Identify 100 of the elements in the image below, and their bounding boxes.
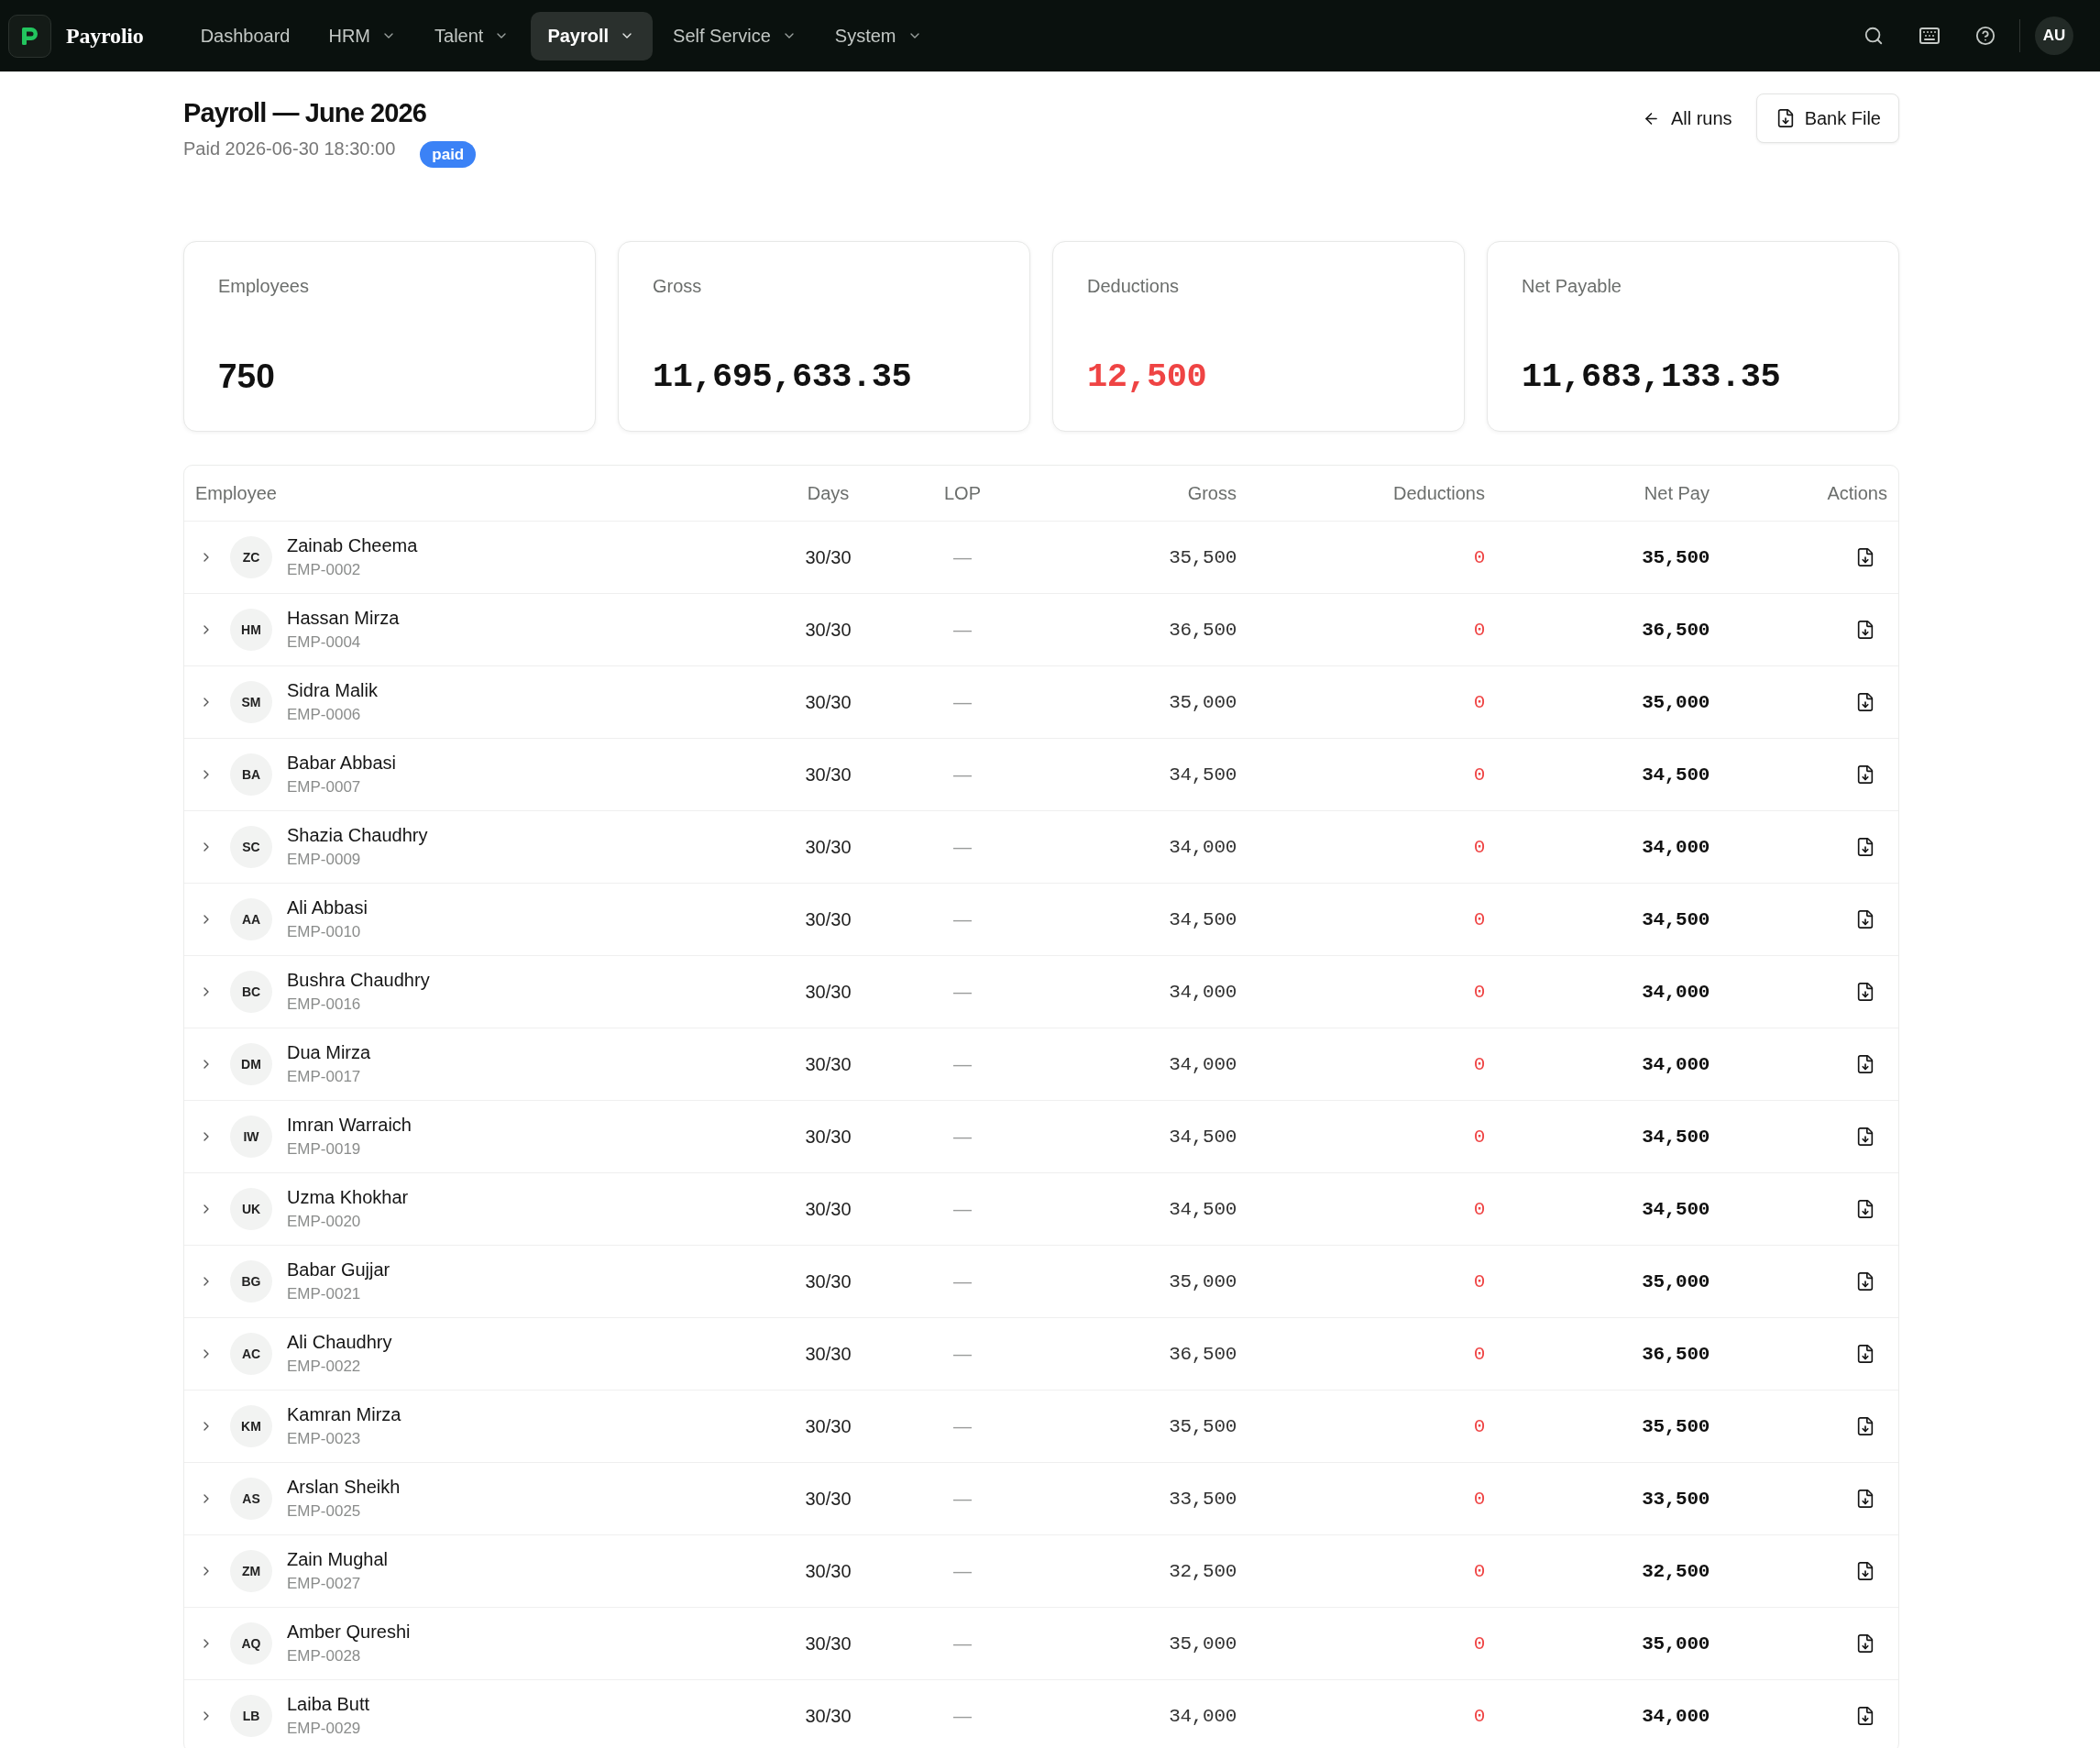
stat-value: 12,500 (1087, 357, 1207, 397)
file-download-icon (1855, 909, 1875, 929)
gross-cell: 36,500 (1169, 619, 1237, 641)
employee-id: EMP-0004 (287, 632, 362, 653)
employee-avatar: HM (230, 609, 272, 651)
file-download-icon (1855, 982, 1875, 1002)
gross-cell: 34,000 (1169, 981, 1237, 1003)
deductions-cell: 0 (1473, 619, 1485, 641)
employee-avatar: BG (230, 1260, 272, 1303)
days-cell: 30/30 (805, 1633, 852, 1655)
keyboard-icon[interactable] (1919, 25, 1941, 47)
lop-cell: — (953, 546, 972, 568)
nav-tab[interactable]: Talent (418, 11, 528, 60)
employee-id: EMP-0022 (287, 1357, 362, 1377)
employee-avatar: BC (230, 971, 272, 1013)
nav-tab[interactable]: Dashboard (183, 11, 309, 60)
employee-id: EMP-0010 (287, 922, 362, 942)
column-header: Days (806, 482, 851, 504)
nav-tab[interactable]: Self Service (656, 11, 815, 60)
deductions-cell: 0 (1473, 764, 1485, 786)
lop-cell: — (953, 1126, 972, 1148)
gross-cell: 35,500 (1169, 546, 1237, 568)
user-avatar[interactable]: AU (2035, 16, 2073, 55)
file-download-icon (1855, 620, 1875, 640)
employee-name: Ali Chaudhry (287, 1331, 392, 1353)
column-header: Actions (1826, 482, 1888, 504)
nav-tab[interactable]: HRM (312, 11, 414, 60)
deductions-cell: 0 (1473, 1198, 1485, 1220)
deductions-cell: 0 (1473, 981, 1485, 1003)
net-pay-cell: 33,500 (1642, 1488, 1710, 1510)
file-download-icon (1855, 1489, 1875, 1509)
stat-label: Gross (653, 275, 702, 297)
days-cell: 30/30 (805, 836, 852, 858)
days-cell: 30/30 (805, 764, 852, 786)
days-cell: 30/30 (805, 1198, 852, 1220)
search-icon[interactable] (1864, 26, 1884, 46)
employee-name: Uzma Khokhar (287, 1186, 409, 1208)
employee-avatar: AA (230, 898, 272, 940)
employee-avatar: IW (230, 1116, 272, 1158)
gross-cell: 34,500 (1169, 764, 1237, 786)
gross-cell: 34,000 (1169, 1053, 1237, 1075)
lop-cell: — (953, 1198, 972, 1220)
brand-name: Payrolio (66, 23, 144, 49)
deductions-cell: 0 (1473, 1633, 1485, 1655)
days-cell: 30/30 (805, 1270, 852, 1292)
employee-name: Sidra Malik (287, 679, 378, 701)
deductions-cell: 0 (1473, 1126, 1485, 1148)
net-pay-cell: 36,500 (1642, 619, 1710, 641)
employee-name: Zain Mughal (287, 1548, 389, 1570)
all-runs-link[interactable]: All runs (1642, 107, 1732, 129)
days-cell: 30/30 (805, 619, 852, 641)
lop-cell: — (953, 1633, 972, 1655)
file-download-icon (1855, 1271, 1875, 1292)
deductions-cell: 0 (1473, 1270, 1485, 1292)
days-cell: 30/30 (805, 691, 852, 713)
deductions-cell: 0 (1473, 908, 1485, 930)
lop-cell: — (953, 1053, 972, 1075)
status-badge: paid (420, 141, 477, 168)
employee-avatar: AQ (230, 1622, 272, 1665)
help-icon[interactable] (1975, 26, 1996, 46)
gross-cell: 34,000 (1169, 836, 1237, 858)
employee-name: Laiba Butt (287, 1693, 370, 1715)
file-download-icon (1855, 1054, 1875, 1074)
employee-id: EMP-0009 (287, 850, 362, 870)
employee-avatar: ZC (230, 536, 272, 578)
gross-cell: 34,500 (1169, 1198, 1237, 1220)
days-cell: 30/30 (805, 981, 852, 1003)
lop-cell: — (953, 1343, 972, 1365)
stat-label: Net Payable (1522, 275, 1622, 297)
employee-name: Shazia Chaudhry (287, 824, 428, 846)
page-title: Payroll — June 2026 (183, 97, 427, 129)
gross-cell: 34,000 (1169, 1705, 1237, 1727)
employee-avatar: AC (230, 1333, 272, 1375)
lop-cell: — (953, 908, 972, 930)
column-header: Gross (1186, 482, 1237, 504)
employee-id: EMP-0028 (287, 1646, 362, 1666)
bank-file-button[interactable]: Bank File (1755, 93, 1899, 143)
employee-name: Kamran Mirza (287, 1403, 401, 1425)
employee-id: EMP-0006 (287, 705, 362, 725)
net-pay-cell: 34,000 (1642, 981, 1710, 1003)
days-cell: 30/30 (805, 1488, 852, 1510)
net-pay-cell: 35,000 (1642, 1270, 1710, 1292)
employee-avatar: SM (230, 681, 272, 723)
file-download-icon (1855, 1344, 1875, 1364)
stat-label: Deductions (1087, 275, 1180, 297)
stat-value: 750 (218, 357, 275, 397)
nav-tab[interactable]: Payroll (531, 11, 654, 60)
nav-tab[interactable]: System (818, 11, 940, 60)
file-download-icon (1855, 1199, 1875, 1219)
employee-name: Zainab Cheema (287, 534, 418, 556)
employee-avatar: UK (230, 1188, 272, 1230)
lop-cell: — (953, 1488, 972, 1510)
gross-cell: 36,500 (1169, 1343, 1237, 1365)
employee-name: Bushra Chaudhry (287, 969, 430, 991)
net-pay-cell: 35,000 (1642, 1633, 1710, 1655)
employee-avatar: DM (230, 1043, 272, 1085)
employee-id: EMP-0020 (287, 1212, 362, 1232)
deductions-cell: 0 (1473, 1488, 1485, 1510)
employee-name: Arslan Sheikh (287, 1476, 401, 1498)
employee-name: Babar Abbasi (287, 752, 396, 774)
